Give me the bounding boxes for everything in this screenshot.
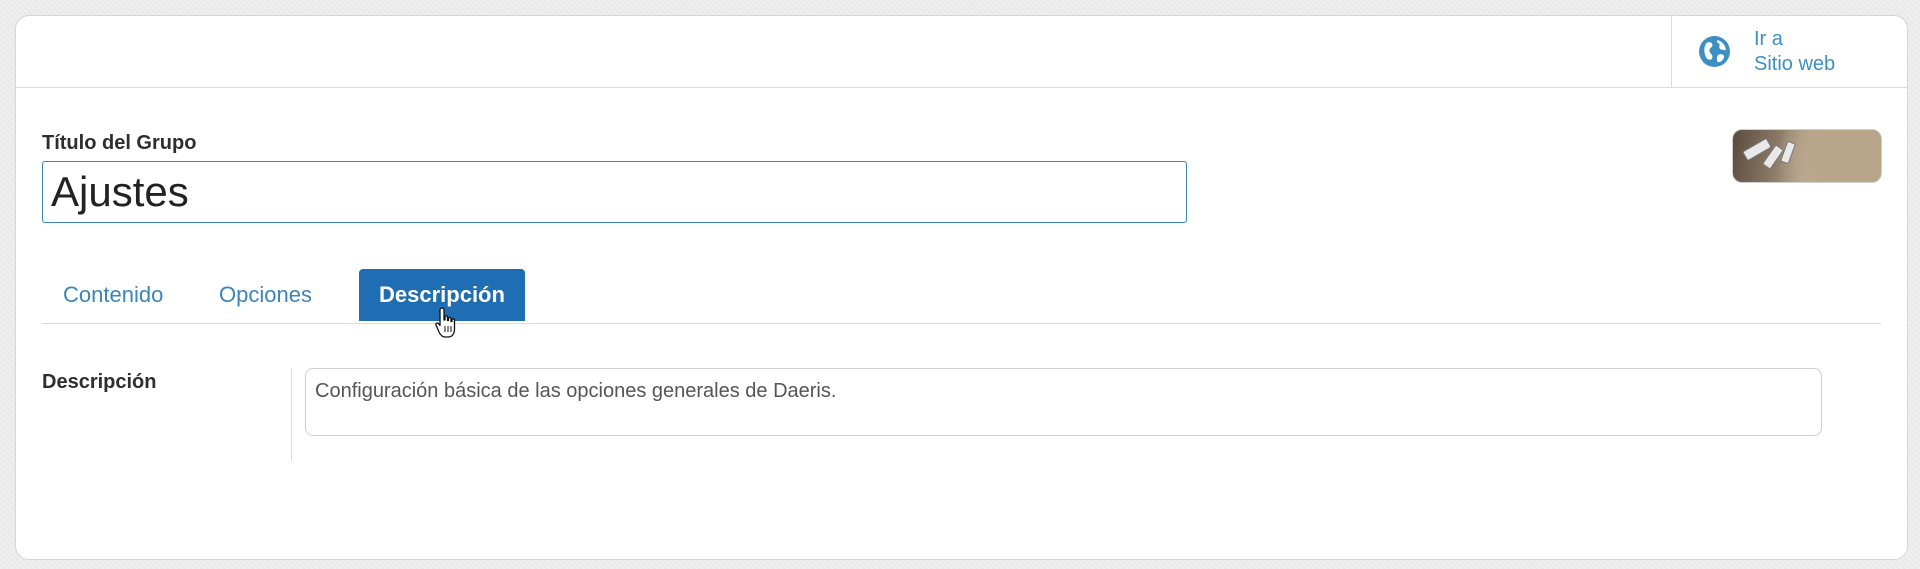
tool-shape	[1780, 140, 1796, 165]
group-image-thumbnail[interactable]	[1732, 129, 1882, 183]
go-to-website-line1: Ir a	[1754, 27, 1783, 50]
go-to-website-line2: Sitio web	[1754, 52, 1836, 75]
group-edit-card: Ir a Sitio web Título del Grupo Contenid…	[15, 15, 1908, 560]
globe-icon	[1699, 36, 1730, 67]
field-divider	[291, 368, 292, 461]
tab-opciones[interactable]: Opciones	[219, 269, 312, 321]
tab-descripcion[interactable]: Descripción	[359, 269, 525, 321]
go-to-website-button[interactable]: Ir a Sitio web	[1671, 16, 1907, 87]
description-textarea[interactable]: Configuración básica de las opciones gen…	[305, 368, 1822, 436]
tab-contenido[interactable]: Contenido	[63, 269, 163, 321]
tab-bar: Contenido Opciones Descripción	[42, 269, 1881, 324]
go-to-website-label: Ir a Sitio web	[1754, 27, 1835, 77]
group-title-input[interactable]	[42, 161, 1187, 223]
group-title-label: Título del Grupo	[42, 132, 197, 154]
description-label: Descripción	[42, 371, 157, 393]
page-background: Ir a Sitio web Título del Grupo Contenid…	[0, 0, 1920, 569]
top-bar: Ir a Sitio web	[16, 16, 1907, 88]
